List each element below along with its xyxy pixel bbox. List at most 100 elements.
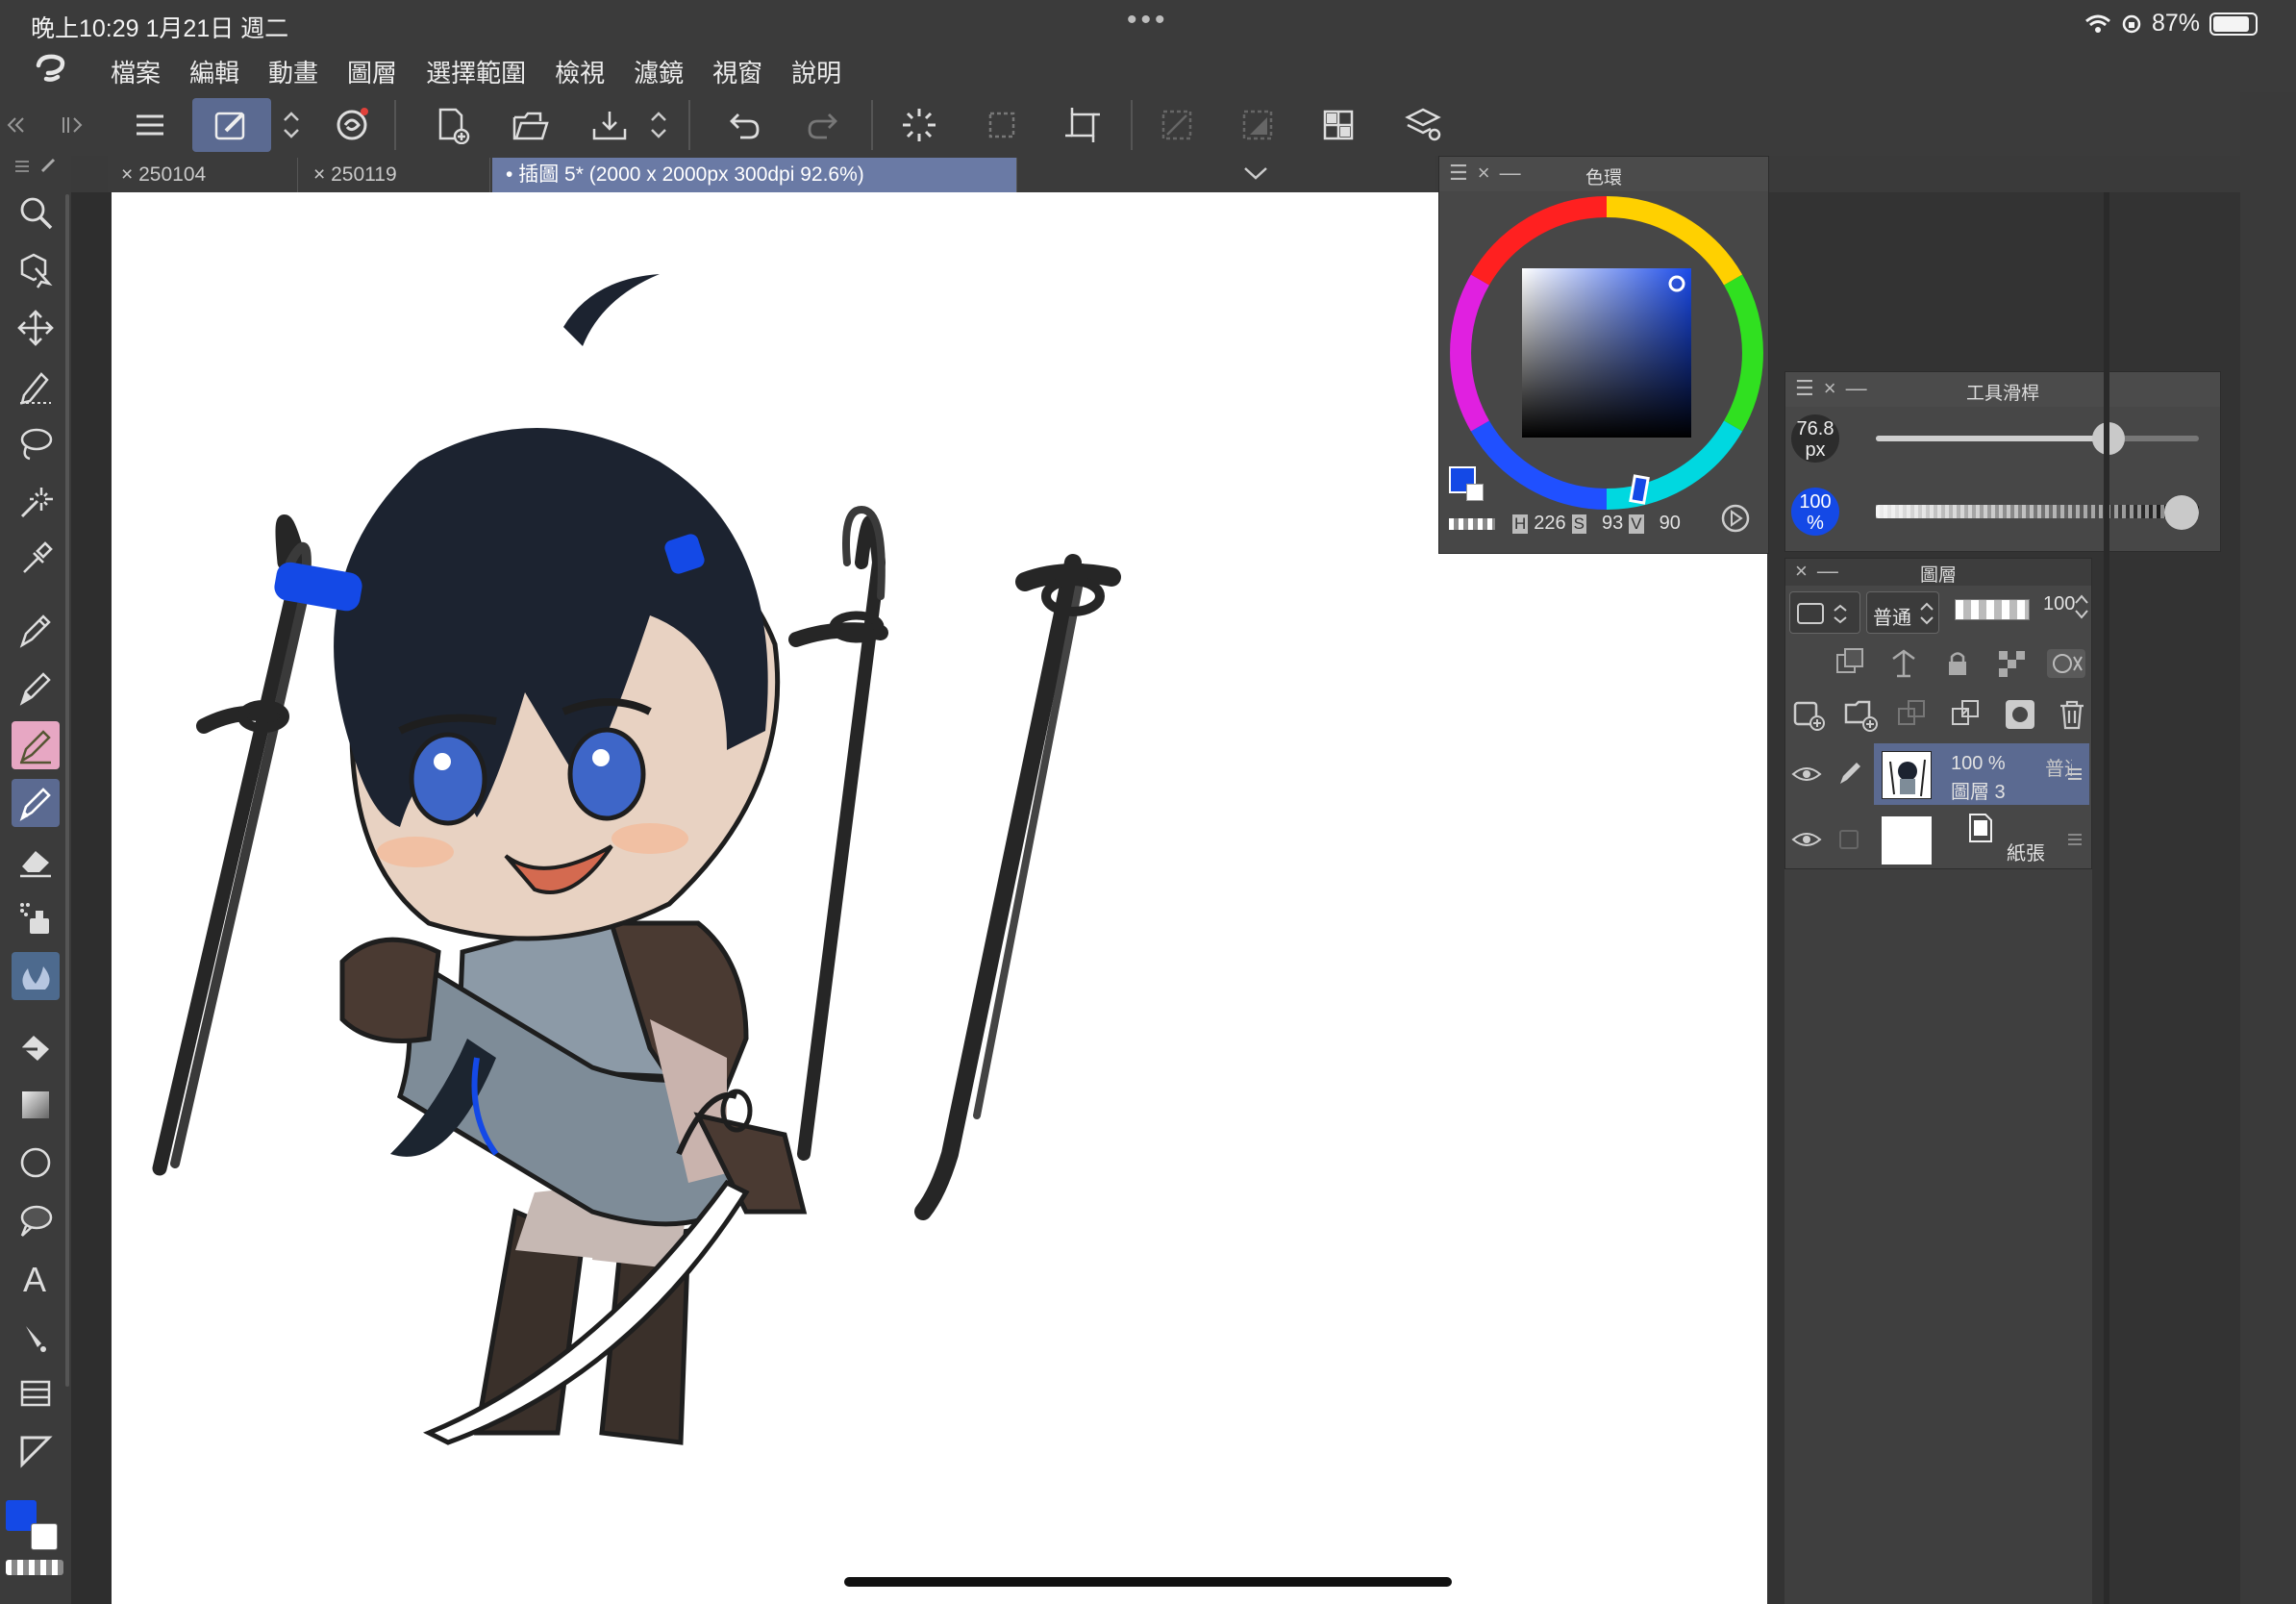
chevron-updown-icon[interactable] bbox=[275, 100, 308, 150]
visibility-eye-icon[interactable] bbox=[1791, 763, 1822, 786]
layer-color-select[interactable] bbox=[1789, 591, 1860, 634]
layer-menu-icon[interactable] bbox=[2066, 832, 2084, 847]
palette-scrollbar[interactable] bbox=[65, 194, 69, 1387]
undo-icon[interactable] bbox=[719, 100, 769, 150]
color-wheel[interactable] bbox=[1445, 191, 1768, 514]
color-mixer-icon[interactable] bbox=[1313, 100, 1363, 150]
home-indicator[interactable] bbox=[844, 1577, 1452, 1587]
menu-animation[interactable]: 動畫 bbox=[268, 54, 318, 89]
clear-outside-icon[interactable] bbox=[1152, 100, 1202, 150]
layer-opacity-slider[interactable] bbox=[1955, 599, 2030, 620]
move-tool-icon[interactable] bbox=[12, 304, 60, 352]
value-label: V bbox=[1629, 514, 1644, 534]
selection-area-icon[interactable] bbox=[977, 100, 1027, 150]
clip-layer-icon[interactable] bbox=[1834, 647, 1866, 680]
app-logo-icon[interactable] bbox=[33, 52, 71, 85]
menu-layer[interactable]: 圖層 bbox=[347, 54, 397, 89]
layer-opacity-value[interactable]: 100 bbox=[2043, 593, 2075, 615]
blend-mode-select[interactable]: 普通 bbox=[1866, 591, 1939, 634]
new-folder-icon[interactable] bbox=[1843, 697, 1878, 732]
layer-panel: ×— 圖層 普通 100 100 % 普通 圖層 3 紙張 bbox=[1784, 558, 2092, 869]
delete-layer-icon[interactable] bbox=[2055, 697, 2089, 732]
transparent-color-swatch[interactable] bbox=[6, 1560, 63, 1575]
brush-opacity-knob[interactable] bbox=[2164, 495, 2199, 530]
merge-down-icon[interactable] bbox=[1949, 697, 1984, 732]
dock-splitter[interactable] bbox=[2104, 192, 2109, 1604]
layer-settings-icon[interactable] bbox=[1398, 100, 1448, 150]
tab-250104[interactable]: × 250104 bbox=[108, 158, 298, 192]
frame-border-tool-icon[interactable] bbox=[12, 1369, 60, 1417]
tab-250119[interactable]: × 250119 bbox=[300, 158, 490, 192]
menu-selection[interactable]: 選擇範圍 bbox=[426, 54, 526, 89]
ruler-tool-icon[interactable] bbox=[12, 1427, 60, 1475]
sub-color-swatch[interactable] bbox=[31, 1523, 58, 1550]
magic-wand-icon[interactable] bbox=[12, 477, 60, 525]
zoom-tool-icon[interactable] bbox=[12, 188, 60, 237]
menu-edit[interactable]: 編輯 bbox=[189, 54, 239, 89]
cw-transparent-swatch[interactable] bbox=[1449, 518, 1495, 530]
sword-middle bbox=[788, 505, 888, 1161]
layer-edit-checkbox[interactable] bbox=[1839, 830, 1859, 849]
menu-window[interactable]: 視窗 bbox=[712, 54, 762, 89]
correct-line-tool-icon[interactable] bbox=[12, 1312, 60, 1360]
brush-size-slider[interactable] bbox=[1876, 422, 2199, 455]
selection-pen-icon[interactable] bbox=[12, 362, 60, 410]
lasso-tool-icon[interactable] bbox=[12, 419, 60, 467]
brush-tool-icon[interactable] bbox=[12, 721, 60, 769]
cw-sub-color-swatch[interactable] bbox=[1466, 484, 1484, 501]
layer-row-paper[interactable]: 紙張 bbox=[1785, 811, 2089, 870]
hamburger-menu-icon[interactable] bbox=[125, 100, 175, 150]
edit-pen-icon bbox=[1840, 763, 1860, 784]
menu-help[interactable]: 說明 bbox=[791, 54, 841, 89]
tab-close-icon[interactable]: × bbox=[121, 163, 133, 186]
transfer-to-lower-layer-icon[interactable] bbox=[1895, 697, 1930, 732]
new-file-icon[interactable] bbox=[427, 100, 477, 150]
save-icon[interactable] bbox=[585, 100, 635, 150]
mask-toggle-icon[interactable] bbox=[2045, 647, 2087, 680]
tab-illustration-5[interactable]: • 插圖 5* (2000 x 2000px 300dpi 92.6%) bbox=[492, 158, 1017, 192]
layer-row-3[interactable]: 100 % 普通 圖層 3 bbox=[1785, 743, 2089, 809]
color-wheel-mode-icon[interactable] bbox=[1718, 501, 1753, 536]
save-options-icon[interactable] bbox=[642, 100, 675, 150]
multitask-dots[interactable]: ••• bbox=[1127, 4, 1169, 37]
loading-spinner-icon[interactable] bbox=[894, 100, 944, 150]
layer-menu-icon[interactable] bbox=[2066, 766, 2084, 782]
visibility-eye-icon[interactable] bbox=[1791, 828, 1822, 851]
dock-toggle-icon[interactable] bbox=[58, 100, 87, 150]
pencil-tool-icon[interactable] bbox=[12, 664, 60, 712]
balloon-tool-icon[interactable] bbox=[12, 1196, 60, 1244]
gradient-tool-icon[interactable] bbox=[12, 1081, 60, 1129]
head bbox=[274, 274, 781, 941]
quick-access-icon[interactable] bbox=[327, 100, 377, 150]
airbrush-tool-icon[interactable] bbox=[12, 779, 60, 827]
layer-opacity-stepper-icon[interactable] bbox=[2074, 593, 2089, 620]
tool-property-button[interactable] bbox=[192, 98, 271, 152]
text-tool-icon[interactable]: A bbox=[12, 1254, 60, 1302]
menu-file[interactable]: 檔案 bbox=[111, 54, 161, 89]
palette-menu-icon[interactable] bbox=[12, 156, 62, 179]
collapse-left-icon[interactable] bbox=[2, 100, 31, 150]
menu-view[interactable]: 檢視 bbox=[555, 54, 605, 89]
menu-filter[interactable]: 濾鏡 bbox=[634, 54, 684, 89]
brush-opacity-slider[interactable] bbox=[1876, 495, 2199, 530]
lock-layer-icon[interactable] bbox=[1941, 647, 1974, 680]
blend-tool-icon[interactable] bbox=[12, 952, 60, 1000]
tab-close-icon[interactable]: × bbox=[313, 163, 325, 186]
redo-icon[interactable] bbox=[798, 100, 848, 150]
fill-tool-icon[interactable] bbox=[12, 1023, 60, 1071]
reference-layer-icon[interactable] bbox=[1887, 647, 1920, 680]
new-raster-layer-icon[interactable] bbox=[1791, 697, 1826, 732]
open-file-icon[interactable] bbox=[506, 100, 556, 150]
object-tool-icon[interactable] bbox=[12, 246, 60, 294]
eraser-tool-icon[interactable] bbox=[12, 837, 60, 885]
fill-selection-icon[interactable] bbox=[1233, 100, 1283, 150]
decoration-tool-icon[interactable] bbox=[12, 894, 60, 942]
pen-tool-icon[interactable] bbox=[12, 606, 60, 654]
hsv-readout: H 226 S 93 V 90 bbox=[1512, 513, 1681, 535]
tabs-dropdown-chevron-icon[interactable] bbox=[1242, 163, 1269, 183]
lock-transparency-icon[interactable] bbox=[1995, 647, 2028, 680]
eyedropper-icon[interactable] bbox=[12, 535, 60, 583]
transform-icon[interactable] bbox=[1058, 100, 1108, 150]
figure-tool-icon[interactable] bbox=[12, 1139, 60, 1187]
layer-mask-icon[interactable] bbox=[2003, 697, 2037, 732]
